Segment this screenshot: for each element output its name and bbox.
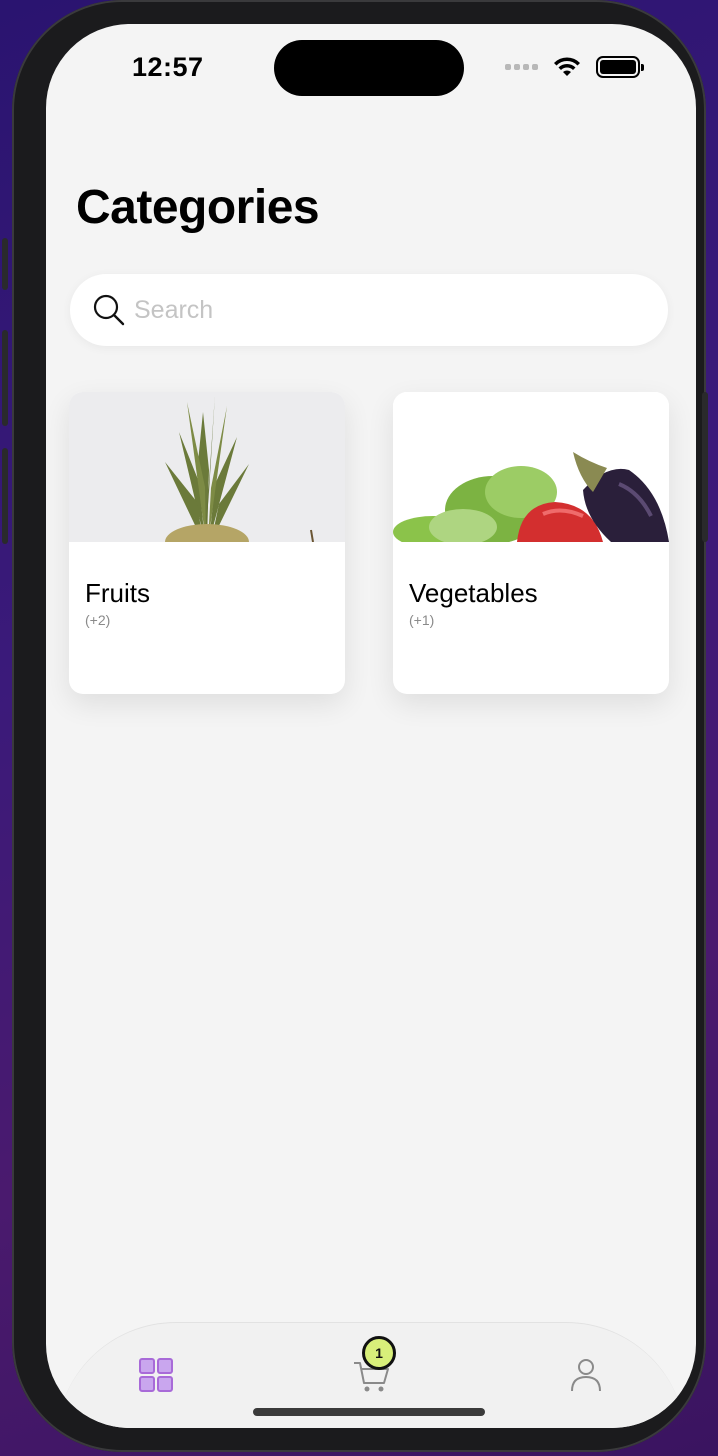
category-count: (+2) bbox=[85, 612, 111, 628]
cart-badge: 1 bbox=[362, 1336, 396, 1370]
app-screen: 12:57 Categories Search Fruits (+2) Vege… bbox=[46, 24, 696, 1428]
category-name: Vegetables bbox=[409, 578, 538, 608]
fruits-image bbox=[69, 392, 345, 542]
grid-icon[interactable] bbox=[136, 1355, 176, 1395]
category-count: (+1) bbox=[409, 612, 435, 628]
category-name: Fruits bbox=[85, 578, 150, 608]
category-card-vegetables[interactable]: Vegetables (+1) bbox=[393, 392, 669, 694]
search-icon bbox=[93, 294, 125, 326]
status-time: 12:57 bbox=[132, 52, 204, 82]
cellular-signal-icon bbox=[505, 64, 538, 70]
search-input[interactable] bbox=[134, 295, 614, 325]
dynamic-island bbox=[274, 40, 464, 96]
volume-down-button bbox=[2, 448, 8, 544]
home-indicator[interactable] bbox=[253, 1408, 485, 1416]
vegetables-image bbox=[393, 392, 669, 542]
battery-icon bbox=[596, 56, 644, 78]
mute-switch bbox=[2, 238, 8, 290]
profile-icon[interactable] bbox=[566, 1355, 606, 1395]
status-indicators bbox=[505, 56, 644, 78]
search-bar[interactable] bbox=[70, 274, 668, 346]
volume-up-button bbox=[2, 330, 8, 426]
power-button bbox=[702, 392, 708, 542]
wifi-icon bbox=[554, 57, 580, 76]
category-card-fruits[interactable]: Fruits (+2) bbox=[69, 392, 345, 694]
page-title: Categories bbox=[76, 181, 320, 234]
phone-frame: 12:57 Categories Search Fruits (+2) Vege… bbox=[2, 0, 708, 1452]
